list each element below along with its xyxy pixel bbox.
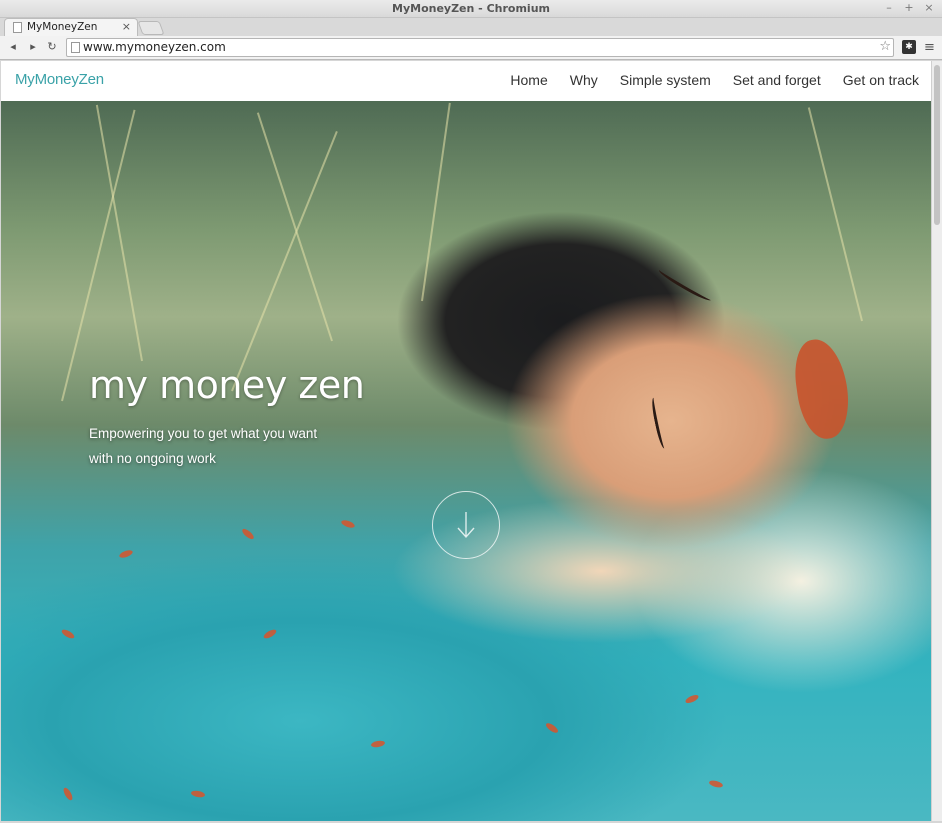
hero-section: my money zen Empowering you to get what … [1, 101, 931, 821]
petal-decoration [684, 693, 700, 705]
hero-title: my money zen [89, 363, 365, 407]
portrait-eye [657, 266, 713, 304]
window-controls: – + × [884, 2, 934, 14]
petal-decoration [262, 627, 278, 641]
browser-toolbar: ◂ ▸ ↻ www.mymoneyzen.com ☆ ✱ ≡ [0, 36, 942, 60]
forward-button[interactable]: ▸ [26, 40, 40, 54]
nav-simple-system[interactable]: Simple system [620, 72, 711, 88]
page-icon [13, 22, 22, 33]
scrollbar-thumb[interactable] [934, 65, 940, 225]
site-nav: Home Why Simple system Set and forget Ge… [510, 72, 919, 88]
browser-tab[interactable]: MyMoneyZen × [4, 18, 138, 36]
site-header: MyMoneyZen Home Why Simple system Set an… [1, 61, 931, 101]
address-bar[interactable]: www.mymoneyzen.com ☆ [66, 38, 894, 57]
grass-decoration [231, 131, 338, 392]
petal-decoration [708, 779, 724, 789]
nav-why[interactable]: Why [570, 72, 598, 88]
petal-decoration [60, 627, 76, 641]
hero-subtitle: Empowering you to get what you want with… [89, 421, 389, 471]
maximize-button[interactable]: + [904, 2, 914, 14]
petal-decoration [190, 789, 206, 799]
url-text[interactable]: www.mymoneyzen.com [83, 40, 226, 54]
nav-set-and-forget[interactable]: Set and forget [733, 72, 821, 88]
browser-menu-icon[interactable]: ≡ [924, 40, 935, 55]
petal-decoration [370, 739, 386, 749]
grass-decoration [807, 107, 863, 322]
window-title: MyMoneyZen - Chromium [392, 2, 550, 15]
nav-home[interactable]: Home [510, 72, 547, 88]
petal-decoration [340, 518, 356, 530]
arrow-down-icon [457, 512, 475, 539]
page-viewport: MyMoneyZen Home Why Simple system Set an… [1, 61, 931, 821]
nav-get-on-track[interactable]: Get on track [843, 72, 919, 88]
page-scrollbar[interactable] [931, 61, 942, 821]
petal-decoration [61, 786, 75, 802]
tab-label: MyMoneyZen [27, 21, 98, 33]
tab-close-icon[interactable]: × [122, 20, 131, 33]
petal-decoration [544, 721, 560, 735]
extension-icon[interactable]: ✱ [902, 40, 916, 54]
petal-decoration [118, 548, 134, 560]
new-tab-button[interactable] [137, 21, 165, 35]
page-icon [71, 42, 80, 53]
close-window-button[interactable]: × [924, 2, 934, 14]
portrait-eye [649, 396, 669, 450]
grass-decoration [421, 102, 451, 302]
bookmark-star-icon[interactable]: ☆ [879, 39, 891, 54]
scroll-down-button[interactable] [432, 491, 500, 559]
petal-decoration [240, 527, 256, 541]
portrait-lips [790, 336, 854, 442]
reload-button[interactable]: ↻ [45, 40, 59, 54]
site-logo[interactable]: MyMoneyZen [15, 71, 104, 88]
hero-subtitle-line: Empowering you to get what you want [89, 426, 318, 441]
minimize-button[interactable]: – [884, 2, 894, 14]
window-title-bar: MyMoneyZen - Chromium – + × [0, 0, 942, 18]
back-button[interactable]: ◂ [6, 40, 20, 54]
tab-strip: MyMoneyZen × [0, 18, 942, 36]
grass-decoration [256, 112, 333, 342]
hero-subtitle-line: with no ongoing work [89, 451, 216, 466]
